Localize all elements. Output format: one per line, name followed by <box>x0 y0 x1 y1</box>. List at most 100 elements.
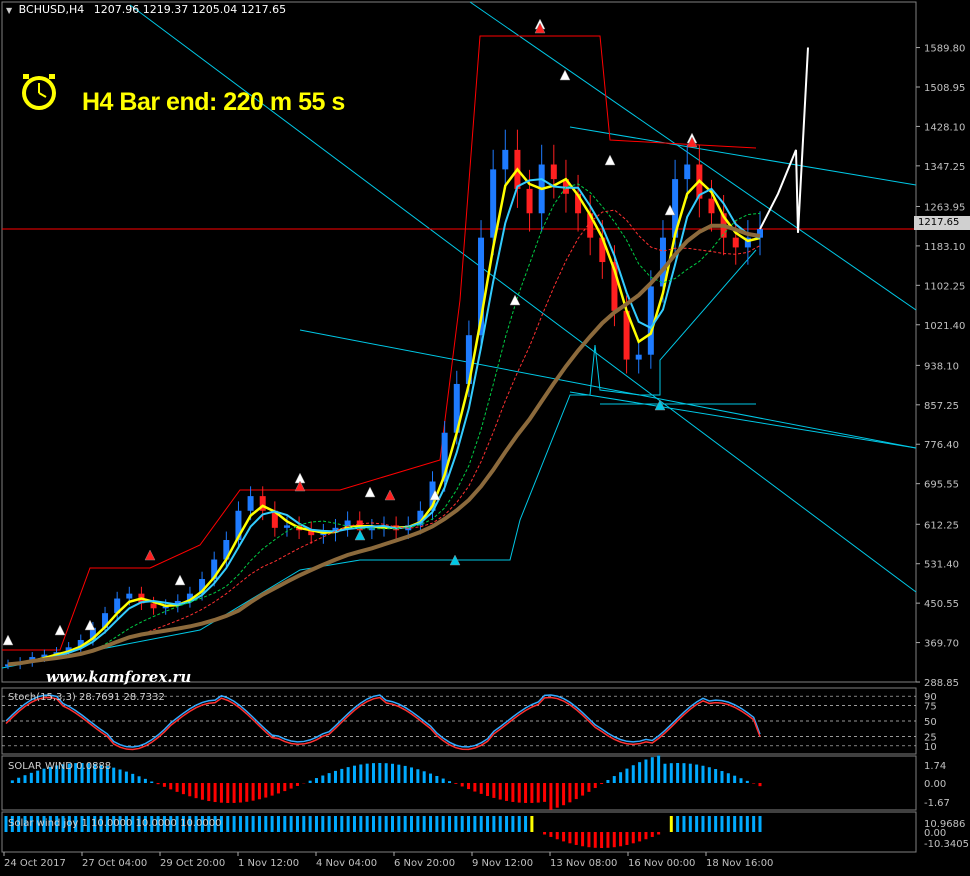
y-tick-label: 1589.80 <box>924 44 965 55</box>
solar-bar <box>245 783 249 802</box>
solar-bar <box>137 776 141 783</box>
fractal-arrow <box>384 489 396 501</box>
y-tick-label: 776.40 <box>924 440 959 451</box>
y-tick-label: 1183.10 <box>924 242 965 253</box>
price-chart[interactable]: 9075502510 1.740.00-1.67 10.96860.00-10.… <box>0 0 970 876</box>
fractal-arrow <box>364 486 376 498</box>
joy-bar <box>410 816 414 832</box>
fractal-arrow <box>604 154 616 166</box>
solar-bar <box>340 768 344 783</box>
solar-bar <box>112 767 116 783</box>
joy-bar <box>587 832 591 848</box>
solar-bar <box>695 764 699 783</box>
joy-bar <box>264 816 268 832</box>
solar-bar <box>701 765 705 783</box>
joy-bar <box>568 832 572 844</box>
solar-bar <box>270 783 274 796</box>
solar-bar <box>181 783 185 795</box>
joy-bar <box>232 816 236 832</box>
x-tick-label: 6 Nov 20:00 <box>394 858 455 869</box>
solar-bar <box>333 770 337 783</box>
solar-bar <box>143 778 147 783</box>
fractal-arrow <box>354 529 366 541</box>
joy-bar <box>384 816 388 832</box>
y-tick-label: 612.25 <box>924 520 959 531</box>
solar-bar <box>460 783 464 787</box>
joy-bar <box>733 816 737 832</box>
joy-bar <box>619 832 623 847</box>
solar-bar <box>758 783 762 787</box>
joy-bar <box>486 816 490 832</box>
solar-bar <box>733 775 737 783</box>
fractal-arrow <box>509 294 521 306</box>
x-tick-label: 29 Oct 20:00 <box>160 858 225 869</box>
joy-bar <box>593 832 597 848</box>
joy-bar <box>631 832 635 844</box>
candle-body <box>502 149 509 170</box>
joy-bar <box>726 816 730 832</box>
ohlc-values: 1207.96 1219.37 1205.04 1217.65 <box>93 3 287 16</box>
solar-bar <box>162 783 166 787</box>
joy-bar <box>511 816 515 832</box>
joy-bar <box>460 816 464 832</box>
joy-bar <box>549 832 553 837</box>
joy-bar <box>403 816 407 832</box>
solar-bar <box>289 783 293 789</box>
candle-body <box>635 354 642 360</box>
solar-bar <box>321 775 325 783</box>
solar-bar <box>410 767 414 783</box>
joy-bar <box>308 816 312 832</box>
solar-wind-label: SOLAR WIND 0.0888 <box>8 761 112 772</box>
solar-bar <box>581 783 585 796</box>
solar-bar <box>118 769 122 783</box>
solar-bar <box>226 783 230 803</box>
joy-bar <box>524 816 528 832</box>
x-tick-label: 4 Nov 04:00 <box>316 858 377 869</box>
joy-bar <box>371 816 375 832</box>
joy-bar <box>758 816 762 832</box>
time-axis: 24 Oct 2017 27 Oct 04:00 29 Oct 20:00 1 Nov… <box>3 852 773 869</box>
solar-bar <box>498 783 502 800</box>
joy-bar <box>517 816 521 832</box>
solar-bar <box>568 783 572 803</box>
trendline <box>569 126 917 186</box>
joy-bar <box>321 816 325 832</box>
solar-bar <box>625 768 629 783</box>
joy-bar <box>270 816 274 832</box>
green-ma <box>7 183 761 665</box>
solar-bar <box>612 776 616 783</box>
joy-bar <box>391 816 395 832</box>
joy-bar <box>238 816 242 832</box>
joy-level-label: -10.3405 <box>924 839 969 850</box>
fractal-arrow <box>174 574 186 586</box>
watermark: www.kamforex.ru <box>46 668 192 686</box>
solar-bar <box>505 783 509 801</box>
candle-body <box>647 286 654 355</box>
joy-bar <box>448 816 452 832</box>
solar-bar <box>486 783 490 797</box>
x-tick-label: 16 Nov 00:00 <box>628 858 695 869</box>
fractal-arrow <box>84 619 96 631</box>
solar-bar <box>714 769 718 783</box>
joy-bar <box>257 816 261 832</box>
y-tick-label: 1102.25 <box>924 281 965 292</box>
x-tick-label: 18 Nov 16:00 <box>706 858 773 869</box>
solar-bar <box>555 783 559 808</box>
y-tick-label: 938.10 <box>924 361 959 372</box>
joy-bar <box>606 832 610 848</box>
solar-bar <box>511 783 515 802</box>
joy-bar <box>251 816 255 832</box>
fractal-arrow <box>654 399 666 411</box>
solar-bar <box>631 765 635 783</box>
joy-bar <box>422 816 426 832</box>
solar-bar <box>131 773 135 783</box>
solar-bar <box>308 780 312 783</box>
joy-bar <box>333 816 337 832</box>
joy-bar <box>245 816 249 832</box>
solar-bar <box>543 783 547 802</box>
candle-body <box>708 198 715 214</box>
solar-bar <box>688 763 692 783</box>
solar-bar <box>384 763 388 783</box>
joy-bar <box>492 816 496 832</box>
triangle-down-icon[interactable]: ▼ <box>6 6 12 15</box>
